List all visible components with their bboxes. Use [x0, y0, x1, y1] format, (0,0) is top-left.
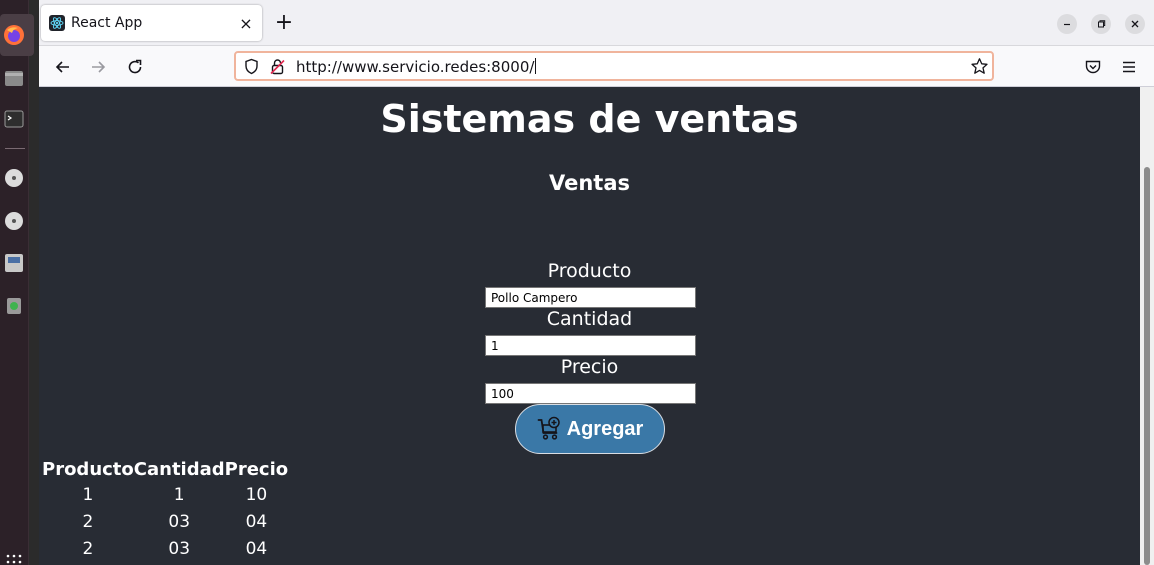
cell-precio: 10	[245, 484, 268, 505]
insecure-lock-icon[interactable]	[269, 58, 286, 79]
cantidad-label: Cantidad	[546, 308, 633, 330]
page-scrollbar[interactable]	[1140, 87, 1154, 565]
page-viewport: Sistemas de ventas Ventas Producto Canti…	[39, 87, 1140, 565]
new-tab-button[interactable]: +	[273, 12, 295, 34]
browser-window: React App × + http://www.servicio.redes:…	[39, 0, 1154, 565]
app-grid-icon[interactable]	[3, 548, 25, 565]
forward-icon[interactable]	[85, 54, 111, 80]
save-icon[interactable]	[3, 252, 25, 274]
cell-cantidad: 03	[168, 538, 191, 559]
disc-icon[interactable]	[3, 167, 25, 189]
disc-icon[interactable]	[3, 210, 25, 232]
firefox-icon[interactable]	[3, 24, 25, 46]
table-row: 2 03 04	[42, 508, 288, 535]
cart-add-icon	[537, 416, 563, 442]
close-window-button[interactable]	[1125, 14, 1145, 34]
page-title: Sistemas de ventas	[380, 97, 799, 141]
column-header-precio: Precio	[224, 458, 289, 480]
cell-producto: 2	[82, 511, 94, 532]
star-icon[interactable]	[970, 57, 989, 80]
pocket-icon[interactable]	[1080, 54, 1106, 80]
column-header-cantidad: Cantidad	[133, 458, 225, 480]
agregar-button[interactable]: Agregar	[515, 404, 665, 454]
minimize-button[interactable]	[1057, 14, 1077, 34]
dock-separator	[5, 148, 25, 149]
precio-input[interactable]	[485, 383, 696, 404]
table-row: 2 03 04	[42, 535, 288, 562]
url-bar[interactable]: http://www.servicio.redes:8000/	[234, 51, 994, 81]
column-header-producto: Producto	[42, 458, 134, 480]
tab-bar: React App × +	[39, 0, 1154, 46]
terminal-icon[interactable]	[3, 108, 25, 130]
table-header-row: Producto Cantidad Precio	[42, 457, 288, 481]
cell-cantidad: 1	[173, 484, 185, 505]
cell-precio: 04	[245, 538, 268, 559]
files-icon[interactable]	[3, 67, 25, 89]
producto-input[interactable]	[485, 287, 696, 308]
scrollbar-thumb[interactable]	[1144, 167, 1150, 565]
url-text[interactable]: http://www.servicio.redes:8000/	[296, 58, 537, 76]
ubuntu-dock	[0, 0, 34, 565]
url-value: http://www.servicio.redes:8000/	[296, 58, 535, 76]
section-title: Ventas	[548, 171, 630, 195]
precio-label: Precio	[560, 356, 619, 378]
tab-react-app[interactable]: React App ×	[41, 5, 262, 41]
navigation-toolbar: http://www.servicio.redes:8000/	[39, 46, 1154, 87]
text-caret	[535, 58, 537, 74]
cell-producto: 1	[82, 484, 94, 505]
cell-cantidad: 03	[168, 511, 191, 532]
shield-icon[interactable]	[243, 58, 260, 79]
menu-icon[interactable]	[1116, 54, 1142, 80]
reload-icon[interactable]	[122, 54, 148, 80]
cell-producto: 2	[82, 538, 94, 559]
tab-close-icon[interactable]: ×	[236, 13, 256, 33]
producto-label: Producto	[547, 260, 632, 282]
agregar-button-label: Agregar	[566, 417, 644, 440]
trash-icon[interactable]	[3, 294, 25, 316]
cantidad-input[interactable]	[485, 335, 696, 356]
sales-table: Producto Cantidad Precio 1 1 10 2 03 04 …	[42, 457, 288, 562]
react-icon	[49, 15, 65, 31]
table-row: 1 1 10	[42, 481, 288, 508]
back-icon[interactable]	[50, 54, 76, 80]
restore-button[interactable]	[1091, 14, 1111, 34]
cell-precio: 04	[245, 511, 268, 532]
tab-title: React App	[71, 15, 143, 31]
